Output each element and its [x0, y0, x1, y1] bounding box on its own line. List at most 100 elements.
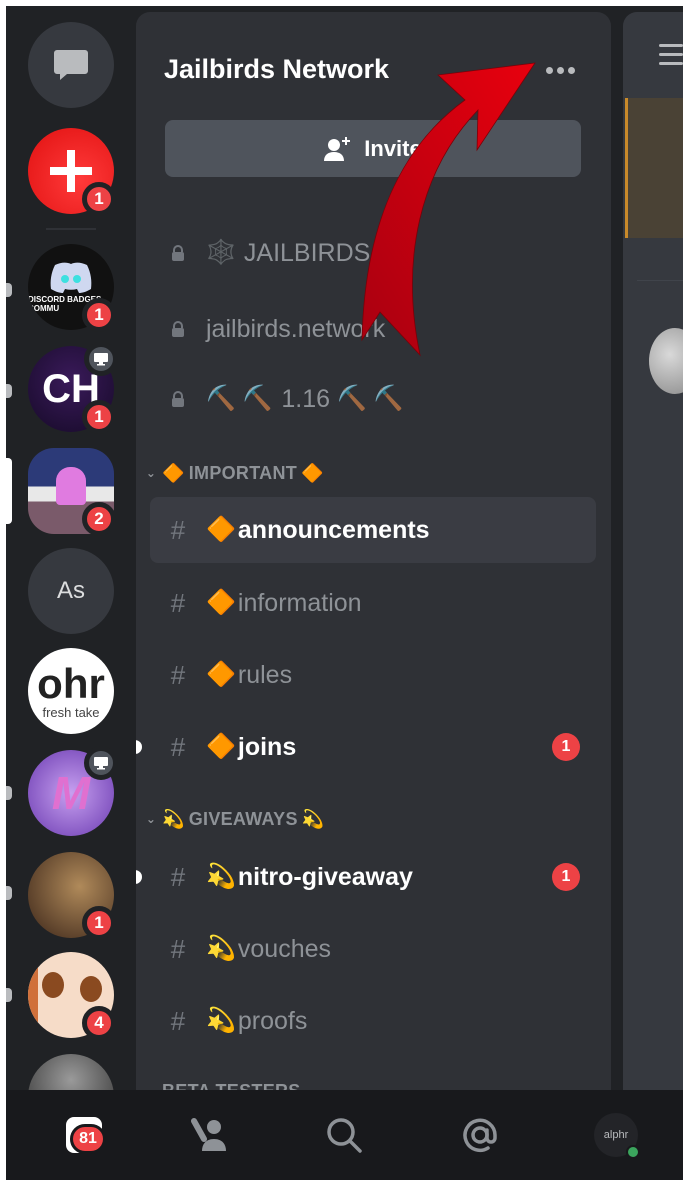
channel-vouches[interactable]: # 💫 vouches: [150, 916, 596, 982]
channel-rules[interactable]: # 🔶 rules: [150, 642, 596, 708]
monitor-icon: [94, 353, 108, 366]
channel-name: vouches: [237, 934, 332, 963]
unread-pill: [6, 988, 12, 1002]
hashtag-icon: #: [170, 1005, 186, 1036]
user-avatar: alphr: [594, 1113, 640, 1159]
server-icon-ch[interactable]: CH 1: [28, 342, 118, 434]
channel-locked-1-16[interactable]: ⛏️ ⛏️ 1.16 ⛏️ ⛏️: [150, 366, 596, 432]
server-icon-opposite-wonderland[interactable]: 2: [28, 448, 116, 536]
channel-information[interactable]: # 🔶 information: [150, 570, 596, 636]
server-rail: 1 DISCORD BADGES COMMU 1 CH 1 2 As ohr f…: [6, 6, 136, 1140]
search-icon: [327, 1118, 362, 1153]
app-window: 1 DISCORD BADGES COMMU 1 CH 1 2 As ohr f…: [6, 6, 683, 1180]
mention-badge: 1: [82, 182, 116, 216]
direct-messages-button[interactable]: [28, 22, 114, 108]
channel-name: jailbirds.network: [206, 314, 386, 343]
category-important[interactable]: ⌄ 🔶 IMPORTANT 🔶: [144, 458, 324, 488]
server-label: As: [56, 577, 85, 604]
lock-icon: [150, 391, 206, 407]
diamond-emoji: 🔶: [206, 589, 236, 616]
channel-name: proofs: [237, 1006, 308, 1035]
channel-joins[interactable]: # 🔶 joins 1: [136, 714, 596, 780]
server-icon-anime-girl[interactable]: 1: [28, 852, 116, 940]
server-icon-alphr[interactable]: ohr fresh take: [28, 648, 114, 734]
server-sublabel: fresh take: [42, 704, 100, 720]
unread-count-badge: 81: [70, 1124, 106, 1154]
server-name[interactable]: Jailbirds Network: [164, 54, 389, 85]
diamond-emoji: 🔶: [206, 733, 236, 760]
hashtag-icon: #: [170, 514, 186, 545]
hair: [28, 952, 38, 1038]
nav-profile[interactable]: alphr: [586, 1110, 646, 1160]
discord-logo-icon: [50, 262, 92, 293]
chevron-down-icon: ⌄: [145, 466, 157, 480]
invite-button[interactable]: Invite: [165, 120, 581, 177]
mention-badge: 1: [82, 906, 116, 940]
server-icon-anime-face[interactable]: 4: [28, 952, 116, 1040]
server-icon-discord-badges[interactable]: DISCORD BADGES COMMU 1: [28, 244, 116, 332]
mention-badge: 4: [82, 1006, 116, 1040]
category-name: IMPORTANT: [188, 462, 298, 483]
nav-search[interactable]: [314, 1110, 374, 1160]
nav-mentions[interactable]: [450, 1110, 510, 1160]
online-status-indicator: [626, 1145, 640, 1159]
server-label: M: [51, 767, 91, 819]
server-icon-purple[interactable]: M: [28, 746, 118, 836]
unread-indicator: [136, 740, 142, 754]
diamond-emoji: 🔶: [301, 462, 324, 483]
add-server-button[interactable]: 1: [28, 128, 116, 216]
streaming-indicator: [84, 746, 118, 780]
channel-name: joins: [237, 732, 297, 761]
unread-pill: [6, 886, 12, 900]
mention-badge: 1: [552, 733, 580, 761]
dizzy-emoji: 💫: [206, 1007, 236, 1034]
channel-announcements[interactable]: # 🔶 announcements: [150, 497, 596, 563]
unread-pill: [6, 283, 12, 297]
profile-label: alphr: [603, 1129, 629, 1141]
hashtag-icon: #: [170, 659, 186, 690]
hashtag-icon: #: [170, 587, 186, 618]
bottom-navigation: 81 alphr: [6, 1090, 683, 1180]
channel-nitro-giveaway[interactable]: # 💫 nitro-giveaway 1: [136, 844, 596, 910]
eye: [42, 972, 64, 998]
channel-name: information: [237, 588, 362, 617]
nav-friends[interactable]: [180, 1110, 240, 1160]
channel-proofs[interactable]: # 💫 proofs: [150, 988, 596, 1054]
channel-name: JAILBIRDS: [243, 238, 371, 267]
diamond-emoji: 🔶: [206, 661, 236, 688]
user-avatar[interactable]: [649, 328, 683, 394]
channel-panel: Jailbirds Network Invite 🕸️ JAILBIRDS 🕸️…: [136, 12, 611, 1090]
dizzy-emoji: 💫: [206, 863, 236, 890]
chat-bubble-icon: [54, 50, 88, 80]
monitor-icon: [94, 757, 108, 770]
chat-panel-peek[interactable]: [623, 12, 683, 1090]
diamond-emoji: 🔶: [206, 516, 236, 543]
more-options-button[interactable]: [540, 62, 580, 78]
friends-wave-icon: [191, 1118, 226, 1151]
category-beta-testers[interactable]: ⌄ BETA TESTERS: [144, 1076, 301, 1091]
server-icon-as[interactable]: As: [28, 548, 114, 634]
nav-home[interactable]: 81: [54, 1110, 114, 1160]
lock-icon: [150, 321, 206, 337]
channel-name: nitro-giveaway: [237, 862, 413, 891]
mention-badge: 1: [82, 298, 116, 332]
channel-locked-jailbirds-network[interactable]: jailbirds.network: [150, 296, 596, 362]
character-figure: [56, 467, 86, 505]
channel-locked-jailbirds[interactable]: 🕸️ JAILBIRDS 🕸️: [150, 220, 596, 286]
selected-server-pill: [6, 458, 12, 524]
unread-pill: [6, 384, 12, 398]
hashtag-icon: #: [170, 861, 186, 892]
diamond-emoji: 🔶: [162, 462, 185, 483]
mention-badge: 1: [552, 863, 580, 891]
channel-name: rules: [237, 660, 293, 689]
mention-badge: 2: [82, 502, 116, 536]
category-giveaways[interactable]: ⌄ 💫 GIVEAWAYS 💫: [144, 804, 325, 834]
category-name: BETA TESTERS: [162, 1081, 301, 1091]
spider-web-emoji: 🕸️: [206, 239, 236, 266]
server-label: ohr: [37, 659, 105, 707]
channel-name: announcements: [237, 515, 430, 544]
dizzy-emoji: 💫: [206, 935, 236, 962]
spider-web-emoji: 🕸️: [376, 239, 407, 266]
hamburger-menu-icon[interactable]: [659, 44, 683, 71]
mention-badge: 1: [82, 400, 116, 434]
